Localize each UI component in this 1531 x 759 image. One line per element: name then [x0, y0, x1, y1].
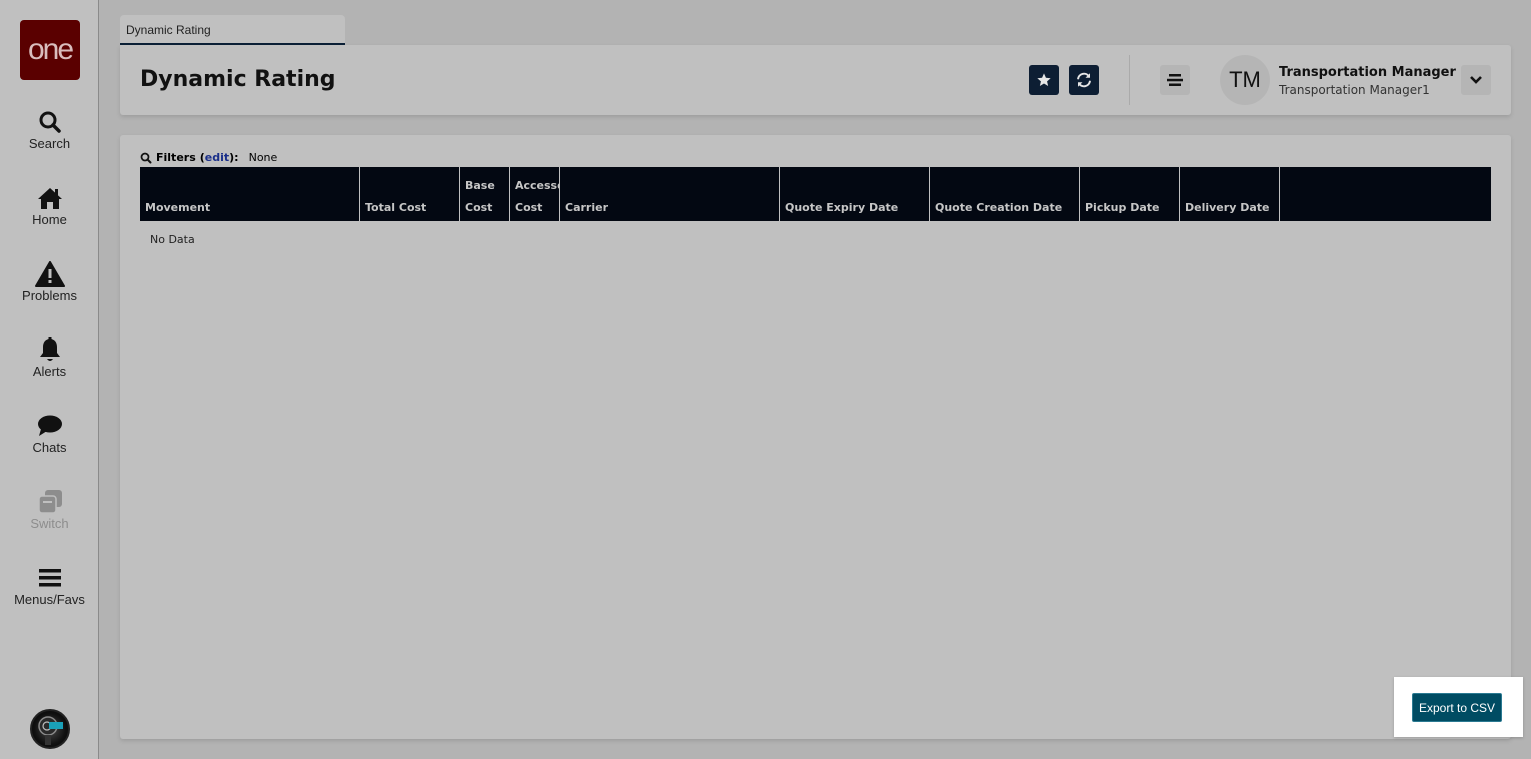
app-logo[interactable]: one: [20, 20, 80, 80]
filters-value: None: [248, 151, 278, 164]
column-header-quote-creation-date[interactable]: Quote Creation Date: [929, 167, 1079, 221]
page-title: Dynamic Rating: [140, 67, 336, 92]
nav-menus-favs-label: Menus/Favs: [14, 592, 85, 607]
switch-windows-icon: [35, 488, 65, 516]
table-header: Movement Total Cost Base Cost Accesso Co…: [140, 167, 1491, 221]
tab-dynamic-rating[interactable]: Dynamic Rating: [120, 15, 345, 45]
content-panel: Filters (edit): None Movement Total Cost…: [120, 135, 1511, 739]
nav-problems[interactable]: Problems: [0, 260, 99, 320]
column-header-base-cost[interactable]: Base Cost: [459, 167, 509, 221]
search-icon: [140, 152, 152, 163]
filters-label: Filters: [156, 151, 196, 164]
robot-head-icon: [38, 716, 63, 745]
home-icon: [35, 184, 65, 212]
hamburger-menu-icon: [35, 564, 65, 592]
chat-bubble-icon: [35, 412, 65, 440]
user-name: Transportation Manager: [1279, 65, 1456, 80]
nav-switch[interactable]: Switch: [0, 488, 99, 548]
filters-bar: Filters (edit): None: [140, 151, 277, 164]
chevron-down-icon: [1470, 76, 1482, 84]
column-header-filler: [1279, 167, 1491, 221]
export-to-csv-button[interactable]: Export to CSV: [1412, 693, 1502, 722]
user-avatar[interactable]: TM: [1220, 55, 1270, 105]
nav-chats-label: Chats: [32, 440, 67, 455]
nav-chats[interactable]: Chats: [0, 412, 99, 472]
tab-label: Dynamic Rating: [126, 23, 211, 37]
column-header-accessorial-cost[interactable]: Accesso Cost: [509, 167, 559, 221]
user-menu-dropdown-button[interactable]: [1461, 65, 1491, 95]
warning-icon: [34, 260, 65, 288]
refresh-button[interactable]: [1069, 65, 1099, 95]
column-header-quote-expiry-date[interactable]: Quote Expiry Date: [779, 167, 929, 221]
search-icon: [35, 108, 65, 136]
nav-switch-label: Switch: [30, 516, 69, 531]
column-header-pickup-date[interactable]: Pickup Date: [1079, 167, 1179, 221]
column-header-delivery-date[interactable]: Delivery Date: [1179, 167, 1279, 221]
column-header-movement[interactable]: Movement: [140, 167, 359, 221]
header-divider: [1129, 55, 1130, 105]
export-highlight: Export to CSV: [1394, 677, 1523, 737]
nav-alerts-label: Alerts: [32, 364, 67, 379]
nav-menus-favs[interactable]: Menus/Favs: [0, 564, 99, 624]
refresh-icon: [1077, 72, 1091, 88]
favorite-button[interactable]: [1029, 65, 1059, 95]
nav-alerts[interactable]: Alerts: [0, 336, 99, 396]
column-header-carrier[interactable]: Carrier: [559, 167, 779, 221]
column-header-total-cost[interactable]: Total Cost: [359, 167, 459, 221]
nav-home[interactable]: Home: [0, 184, 99, 244]
bell-icon: [35, 336, 65, 364]
star-icon: [1037, 73, 1051, 86]
align-lines-icon: [1167, 74, 1183, 86]
nav-search[interactable]: Search: [0, 108, 99, 168]
page-header: Dynamic Rating TM Transportation Manager…: [120, 45, 1511, 115]
nav-problems-label: Problems: [22, 288, 77, 303]
sidebar: one Search Home Problems Alerts Chats Sw…: [0, 0, 99, 759]
nav-home-label: Home: [32, 212, 67, 227]
assistant-avatar[interactable]: [30, 709, 70, 749]
table-empty-message: No Data: [150, 233, 195, 246]
user-role: Transportation Manager1: [1279, 83, 1430, 97]
filters-edit-link[interactable]: edit: [205, 151, 229, 164]
nav-search-label: Search: [28, 136, 71, 151]
menu-toggle-button[interactable]: [1160, 65, 1190, 95]
